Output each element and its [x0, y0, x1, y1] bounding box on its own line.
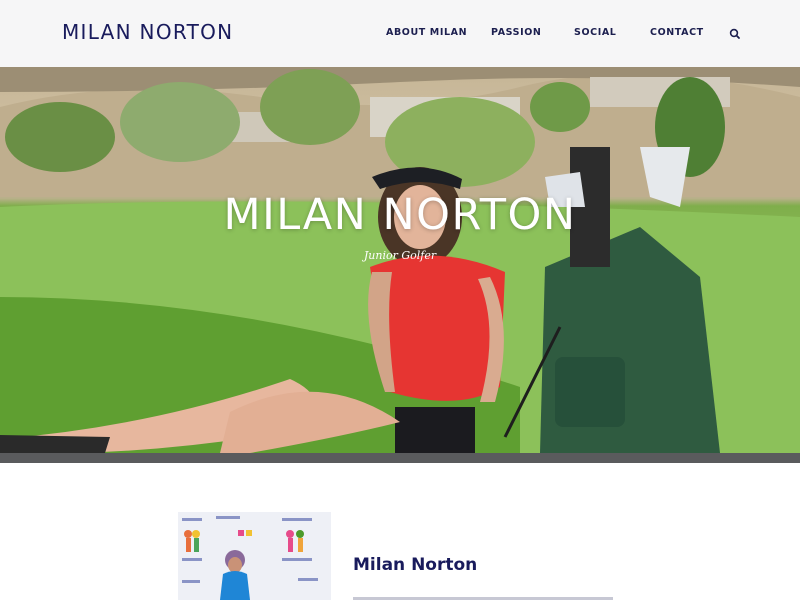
site-header: MILAN NORTON ABOUT MILAN PASSION SOCIAL … [0, 0, 800, 67]
profile-photo [178, 512, 331, 600]
hero-title: MILAN NORTON [223, 190, 577, 240]
about-section: Milan Norton [0, 463, 800, 600]
profile-name: Milan Norton [353, 555, 478, 575]
nav-item-contact[interactable]: CONTACT [650, 27, 704, 38]
nav-item-about[interactable]: ABOUT MILAN [386, 27, 467, 38]
hero-banner: MILAN NORTON Junior Golfer [0, 67, 800, 453]
main-nav: ABOUT MILAN PASSION SOCIAL CONTACT [0, 27, 800, 41]
nav-item-social[interactable]: SOCIAL [574, 27, 616, 38]
search-icon[interactable] [728, 26, 742, 40]
hero-subtitle: Junior Golfer [363, 249, 437, 262]
hero-divider [0, 453, 800, 463]
nav-item-passion[interactable]: PASSION [491, 27, 541, 38]
